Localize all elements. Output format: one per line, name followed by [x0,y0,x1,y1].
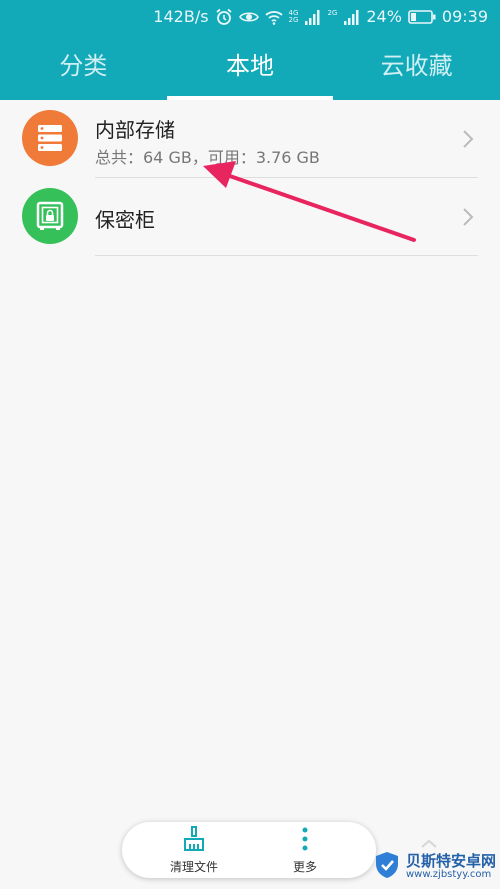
divider [95,255,478,256]
storage-icon [22,110,78,166]
more-vertical-icon [292,827,318,856]
signal-icon [305,9,321,25]
chevron-right-icon [462,207,474,231]
safe-box-title: 保密柜 [95,208,155,232]
network-type-label-2: 2G [327,8,338,17]
internal-storage-capacity: 总共：64 GB，可用：3.76 GB [95,148,320,167]
shield-logo-icon [372,850,402,884]
list-item-safe-box[interactable]: 保密柜 [0,178,500,256]
clean-files-button[interactable]: 清理文件 [144,826,244,875]
more-label: 更多 [292,860,317,874]
status-bar: 142B/s 4G 2G 2G 24% 09:39 [0,0,500,34]
signal-icon [344,9,360,25]
tab-bar: 分类 本地 云收藏 [0,40,500,100]
storage-list: 内部存储 总共：64 GB，可用：3.76 GB 保密柜 [0,100,500,256]
status-time: 09:39 [441,7,488,26]
battery-percent: 24% [366,7,402,26]
network-type-label: 4G 2G [288,8,299,24]
more-button[interactable]: 更多 [255,826,355,875]
list-item-internal-storage[interactable]: 内部存储 总共：64 GB，可用：3.76 GB [0,100,500,178]
app-header: 142B/s 4G 2G 2G 24% 09:39 分类 本地 云收藏 [0,0,500,100]
wifi-icon [264,9,283,25]
watermark-url: www.zjbstyy.com [406,868,492,880]
net-speed: 142B/s [153,7,209,26]
safe-icon [22,188,78,244]
tab-category[interactable]: 分类 [0,40,167,100]
tab-local[interactable]: 本地 [166,40,334,100]
bottom-action-bar: 清理文件 更多 [122,822,376,878]
internal-storage-title: 内部存储 [95,118,175,142]
watermark-name: 贝斯特安卓网 [406,851,497,870]
battery-icon [408,9,436,24]
tab-cloud-favorites[interactable]: 云收藏 [333,40,500,100]
chevron-right-icon [462,129,474,153]
clean-files-label: 清理文件 [169,860,218,874]
broom-icon [181,826,207,856]
eye-icon [238,9,259,25]
watermark: 贝斯特安卓网 www.zjbstyy.com [372,850,496,884]
alarm-icon [215,8,233,26]
